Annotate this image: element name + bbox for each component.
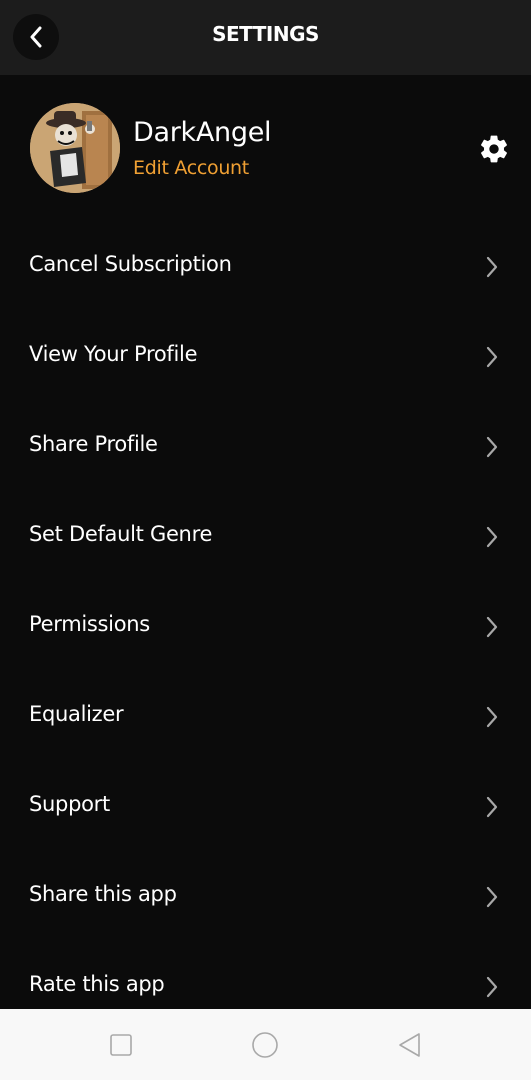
- menu-item-support[interactable]: Support: [0, 762, 531, 852]
- square-icon: [110, 1034, 132, 1056]
- settings-menu: Cancel Subscription View Your Profile Sh…: [0, 222, 531, 1032]
- home-button[interactable]: [251, 1031, 279, 1059]
- settings-button[interactable]: [478, 133, 510, 165]
- menu-item-label: Equalizer: [29, 702, 124, 726]
- system-back-button[interactable]: [396, 1031, 424, 1059]
- chevron-right-icon: [486, 256, 498, 278]
- menu-item-label: Share Profile: [29, 432, 158, 456]
- chevron-right-icon: [486, 976, 498, 998]
- page-title: SETTINGS: [212, 22, 319, 46]
- menu-item-label: Cancel Subscription: [29, 252, 232, 276]
- menu-item-cancel-subscription[interactable]: Cancel Subscription: [0, 222, 531, 312]
- menu-item-permissions[interactable]: Permissions: [0, 582, 531, 672]
- menu-item-label: Permissions: [29, 612, 150, 636]
- system-navigation-bar: [0, 1009, 531, 1080]
- avatar[interactable]: [30, 103, 120, 193]
- triangle-back-icon: [399, 1033, 420, 1057]
- top-app-bar: SETTINGS: [0, 0, 531, 75]
- circle-icon: [252, 1032, 278, 1058]
- menu-item-label: Share this app: [29, 882, 177, 906]
- chevron-right-icon: [486, 346, 498, 368]
- chevron-right-icon: [486, 526, 498, 548]
- chevron-right-icon: [486, 706, 498, 728]
- profile-section: DarkAngel Edit Account: [0, 75, 531, 222]
- menu-item-view-your-profile[interactable]: View Your Profile: [0, 312, 531, 402]
- menu-item-label: View Your Profile: [29, 342, 198, 366]
- chevron-right-icon: [486, 796, 498, 818]
- cartoon-character-avatar: [30, 103, 120, 193]
- chevron-right-icon: [486, 886, 498, 908]
- chevron-right-icon: [486, 616, 498, 638]
- username: DarkAngel: [133, 117, 272, 148]
- menu-item-label: Support: [29, 792, 110, 816]
- menu-item-set-default-genre[interactable]: Set Default Genre: [0, 492, 531, 582]
- gear-icon: [481, 135, 507, 163]
- menu-item-share-this-app[interactable]: Share this app: [0, 852, 531, 942]
- recents-button[interactable]: [107, 1031, 135, 1059]
- menu-item-equalizer[interactable]: Equalizer: [0, 672, 531, 762]
- chevron-right-icon: [486, 436, 498, 458]
- edit-account-link[interactable]: Edit Account: [133, 157, 249, 179]
- menu-item-share-profile[interactable]: Share Profile: [0, 402, 531, 492]
- menu-item-label: Rate this app: [29, 972, 165, 996]
- menu-item-label: Set Default Genre: [29, 522, 213, 546]
